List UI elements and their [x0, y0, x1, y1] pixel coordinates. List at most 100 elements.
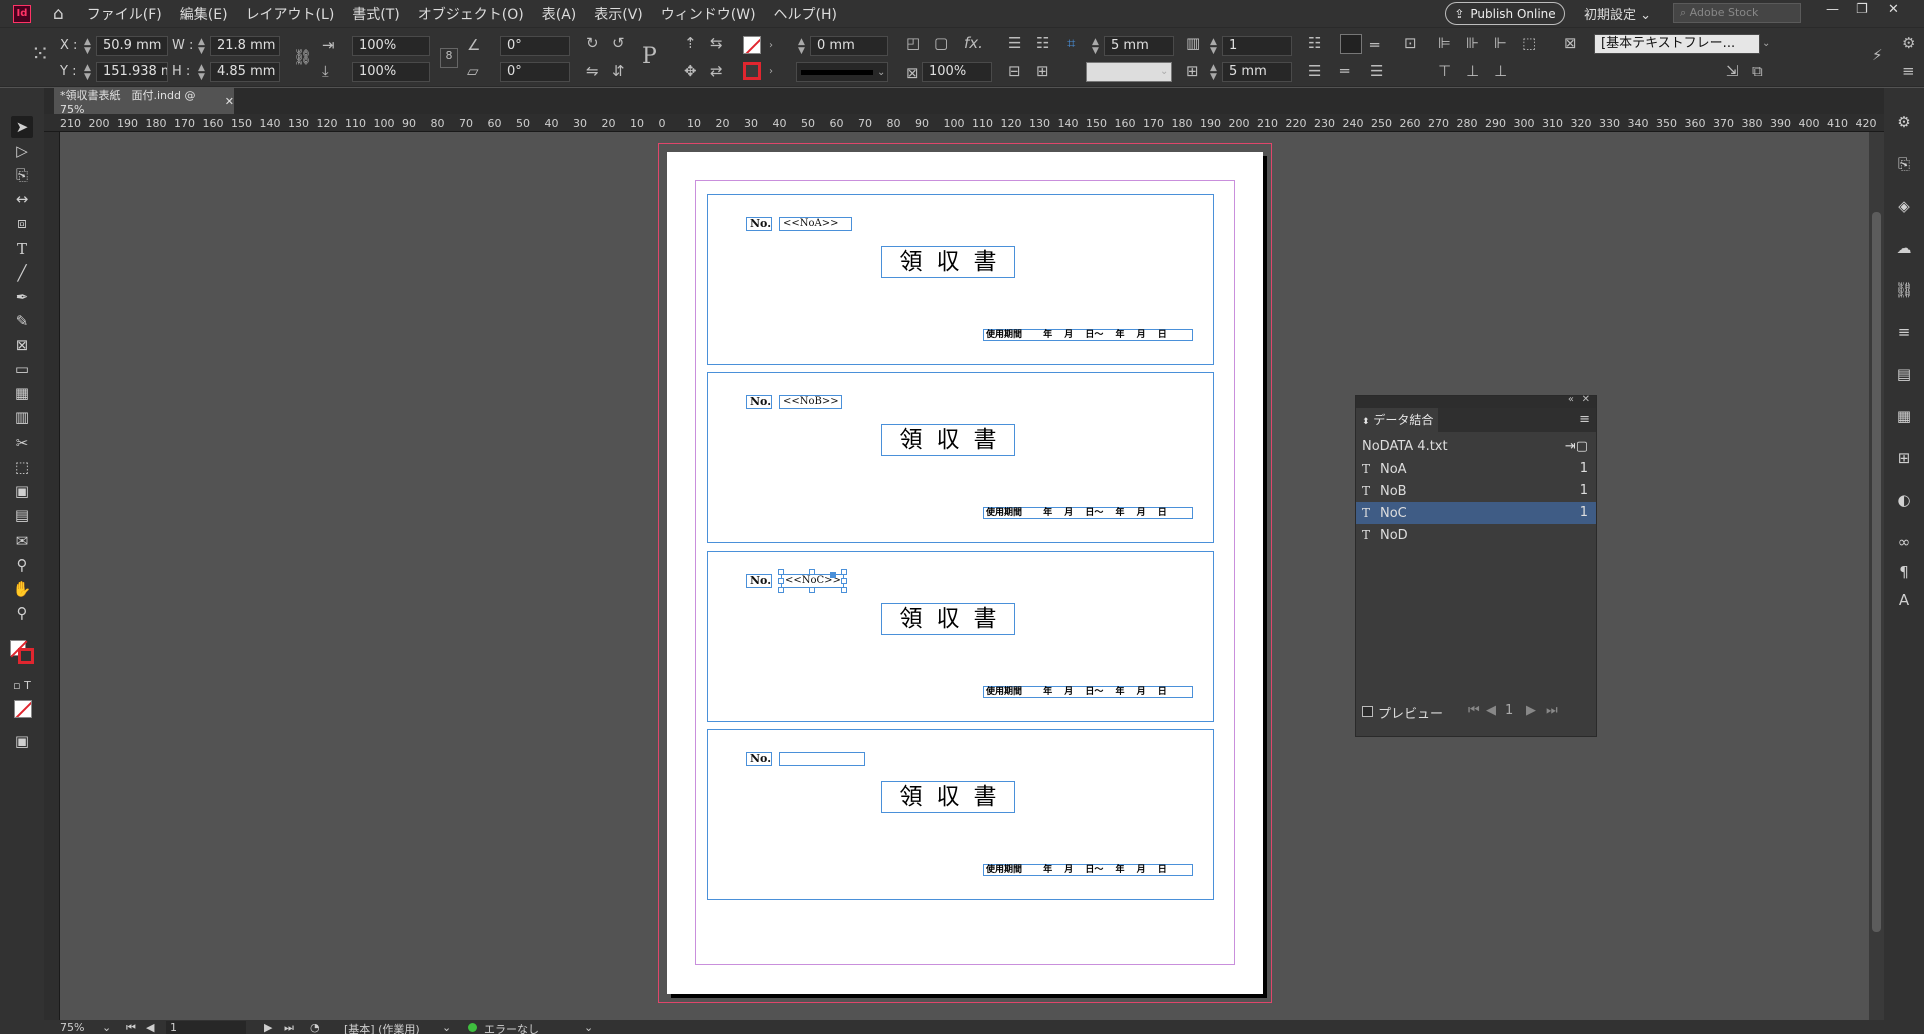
- align-center-icon[interactable]: ☷: [1036, 34, 1049, 52]
- effects-icon[interactable]: ◐: [1894, 490, 1914, 510]
- eyedropper-tool-icon[interactable]: ⚲: [11, 554, 33, 576]
- record-number[interactable]: 1: [1505, 703, 1513, 718]
- data-merge-tab[interactable]: ⬍ データ結合: [1356, 408, 1438, 432]
- restore-icon[interactable]: ❐: [1856, 2, 1868, 17]
- chevron-down-icon[interactable]: ⌄: [1160, 66, 1168, 77]
- links-icon[interactable]: ⛓: [1894, 280, 1914, 300]
- flip-v-icon[interactable]: ⇵: [612, 62, 625, 80]
- w-spinner-icon[interactable]: ▲ ▼: [198, 38, 205, 56]
- gutter-spinner-icon[interactable]: ▲ ▼: [1210, 64, 1217, 82]
- chevron-down-icon[interactable]: ⌄: [442, 1021, 451, 1034]
- scissors-tool-icon[interactable]: ✂: [11, 432, 33, 454]
- adobe-stock-search[interactable]: ⌕ Adobe Stock: [1673, 3, 1801, 23]
- shear-field[interactable]: 0°: [500, 62, 570, 82]
- receipt-title[interactable]: 領収書: [881, 424, 1015, 456]
- preflight-profile[interactable]: [基本] (作業用): [344, 1021, 420, 1034]
- character-styles-icon[interactable]: A: [1894, 590, 1914, 610]
- gap-tool-icon[interactable]: ⌗: [1067, 34, 1075, 52]
- color-icon[interactable]: ▤: [1894, 364, 1914, 384]
- stroke-color-icon[interactable]: [18, 648, 34, 664]
- gap-spinner-icon[interactable]: ▲ ▼: [1092, 38, 1099, 56]
- first-record-icon[interactable]: ⏮: [1468, 703, 1480, 718]
- w-field[interactable]: 21.8 mm: [210, 36, 280, 56]
- last-record-icon[interactable]: ⏭: [1546, 703, 1558, 718]
- align-v-centers-icon[interactable]: ⊥: [1466, 62, 1479, 80]
- free-transform-tool-icon[interactable]: ⬚: [11, 456, 33, 478]
- align-top-icon[interactable]: ☰: [1008, 34, 1021, 52]
- page-options-icon[interactable]: ◔: [310, 1021, 320, 1034]
- error-status[interactable]: エラーなし: [484, 1021, 539, 1034]
- properties-icon[interactable]: ⚙: [1894, 112, 1914, 132]
- align-top-edges-icon[interactable]: ⊤: [1438, 62, 1451, 80]
- prev-record-icon[interactable]: ◀: [1486, 703, 1496, 718]
- collapse-panel-icon[interactable]: «: [1568, 394, 1574, 405]
- screen-mode-icon[interactable]: ▣: [11, 730, 33, 752]
- menu-help[interactable]: ヘルプ(H): [765, 4, 846, 24]
- horizontal-ruler[interactable]: 210 200 190 180 170 160 150 140 130 120 110 100 90 80…: [44, 114, 1884, 132]
- document-tab[interactable]: *領収書表紙 面付.indd @ 75% ✕: [54, 88, 234, 116]
- stroke-icon[interactable]: ≡: [1894, 322, 1914, 342]
- table-tool-icon[interactable]: ▦: [11, 382, 33, 404]
- chevron-down-icon[interactable]: ⌄: [102, 1021, 111, 1034]
- scrollbar-thumb[interactable]: [1872, 212, 1881, 932]
- distribute-icon[interactable]: ⬚: [1522, 34, 1536, 52]
- close-icon[interactable]: ✕: [1888, 2, 1899, 17]
- content-grabber-icon[interactable]: [830, 572, 836, 578]
- last-page-icon[interactable]: ⏭: [284, 1021, 294, 1034]
- type-tool-icon[interactable]: T: [11, 238, 33, 260]
- x-field[interactable]: 50.9 mm: [96, 36, 168, 56]
- receipt-frame[interactable]: No. 領収書 使用期間 年 月 日～ 年 月 日: [707, 729, 1214, 900]
- swatches-icon[interactable]: ▦: [1894, 406, 1914, 426]
- note-tool-icon[interactable]: ✉: [11, 530, 33, 552]
- vertical-scrollbar[interactable]: [1869, 132, 1884, 1020]
- panel-drag-strip[interactable]: « ✕: [1356, 394, 1596, 408]
- no-label[interactable]: No.: [746, 574, 772, 588]
- columns-field[interactable]: 1: [1222, 36, 1292, 56]
- columns-spinner-icon[interactable]: ▲ ▼: [1210, 38, 1217, 56]
- stroke-swatch-icon[interactable]: [743, 62, 761, 80]
- rectangle-tool-icon[interactable]: ▭: [11, 358, 33, 380]
- selection-handle[interactable]: [841, 569, 847, 575]
- selection-handle[interactable]: [809, 569, 815, 575]
- opacity-field[interactable]: 100%: [922, 62, 992, 82]
- hyperlinks-icon[interactable]: ∞: [1894, 532, 1914, 552]
- gap-tool-icon[interactable]: ↔: [11, 188, 33, 210]
- gutter-field[interactable]: 5 mm: [1222, 62, 1292, 82]
- cc-libraries-icon[interactable]: ☁: [1894, 238, 1914, 258]
- stroke-type-select[interactable]: ⌄: [796, 62, 888, 82]
- formatting-container-icon[interactable]: ▫ T: [11, 674, 33, 696]
- no-label[interactable]: No.: [746, 752, 772, 766]
- chevron-down-icon[interactable]: ⌄: [584, 1021, 593, 1034]
- fill-dropdown-icon[interactable]: ›: [769, 40, 773, 51]
- scale-y-field[interactable]: 100%: [352, 62, 430, 82]
- content-collector-icon[interactable]: ⧈: [11, 212, 33, 234]
- preview-checkbox[interactable]: [1362, 706, 1373, 717]
- align-h-centers-icon[interactable]: ⊪: [1466, 34, 1479, 52]
- menu-object[interactable]: オブジェクト(O): [409, 4, 533, 24]
- field-row-noa[interactable]: T NoA 1: [1356, 458, 1596, 480]
- flip-h-icon[interactable]: ⇋: [586, 62, 599, 80]
- page-tool-icon[interactable]: ⎘: [11, 164, 33, 186]
- h-field[interactable]: 4.85 mm: [210, 62, 280, 82]
- next-page-icon[interactable]: ▶: [264, 1021, 272, 1034]
- pages-icon[interactable]: ⎘: [1894, 154, 1914, 174]
- stroke-dropdown-icon[interactable]: ›: [769, 66, 773, 77]
- selection-handle[interactable]: [778, 578, 784, 584]
- menu-view[interactable]: 表示(V): [585, 4, 652, 24]
- fill-swatch-icon[interactable]: [743, 36, 761, 54]
- publish-online-button[interactable]: ⇪ Publish Online: [1445, 2, 1565, 25]
- align-left-edges-icon[interactable]: ⊫: [1438, 34, 1451, 52]
- text-wrap-icon[interactable]: ⊞: [1894, 448, 1914, 468]
- effects-icon[interactable]: fx.: [964, 34, 983, 52]
- apply-none-icon[interactable]: [14, 700, 32, 718]
- menu-type[interactable]: 書式(T): [343, 4, 408, 24]
- selection-handle[interactable]: [778, 569, 784, 575]
- selection-tool-icon[interactable]: ➤: [11, 116, 33, 138]
- usage-period[interactable]: 使用期間 年 月 日～ 年 月 日: [983, 507, 1193, 519]
- h-spinner-icon[interactable]: ▲ ▼: [198, 64, 205, 82]
- close-panel-icon[interactable]: ✕: [1582, 394, 1590, 405]
- no-label[interactable]: No.: [746, 217, 772, 231]
- receipt-frame[interactable]: No. <<NoA>> 領収書 使用期間 年 月 日～ 年 月 日: [707, 194, 1214, 365]
- layers-icon[interactable]: ◈: [1894, 196, 1914, 216]
- field-row-nob[interactable]: T NoB 1: [1356, 480, 1596, 502]
